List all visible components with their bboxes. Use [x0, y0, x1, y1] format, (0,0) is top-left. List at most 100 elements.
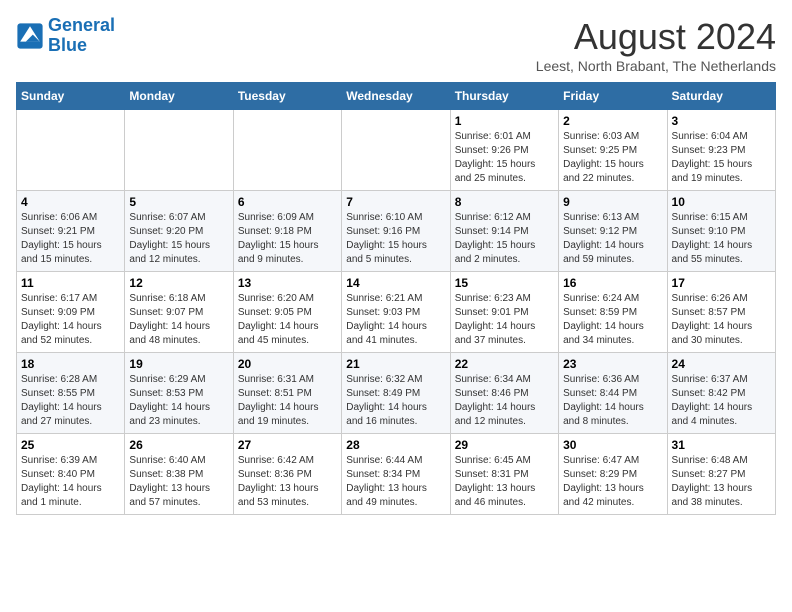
calendar-cell: 31Sunrise: 6:48 AM Sunset: 8:27 PM Dayli…	[667, 434, 775, 515]
day-info: Sunrise: 6:45 AM Sunset: 8:31 PM Dayligh…	[455, 454, 554, 510]
calendar-cell: 16 Sunrise: 6:24 AM Sunset: 8:59 PM Dayli…	[559, 272, 667, 353]
header-day-tuesday: Tuesday	[233, 83, 341, 110]
week-row-5: 25Sunrise: 6:39 AM Sunset: 8:40 PM Dayli…	[17, 434, 776, 515]
day-info: Sunrise: 6:32 AM Sunset: 8:49 PM Dayligh…	[346, 373, 445, 429]
calendar-cell: 11 Sunrise: 6:17 AM Sunset: 9:09 PM Dayli…	[17, 272, 125, 353]
day-info: Sunrise: 6:06 AM Sunset: 9:21 PM Dayligh…	[21, 211, 120, 267]
calendar-cell: 15 Sunrise: 6:23 AM Sunset: 9:01 PM Dayli…	[450, 272, 558, 353]
day-number: 5	[129, 195, 228, 209]
day-number: 13	[238, 276, 337, 290]
day-info: Sunrise: 6:44 AM Sunset: 8:34 PM Dayligh…	[346, 454, 445, 510]
calendar-header: SundayMondayTuesdayWednesdayThursdayFrid…	[17, 83, 776, 110]
day-info: Sunrise: 6:20 AM Sunset: 9:05 PM Dayligh…	[238, 292, 337, 348]
page-header: General Blue August 2024 Leest, North Br…	[16, 16, 776, 74]
day-info: Sunrise: 6:12 AM Sunset: 9:14 PM Dayligh…	[455, 211, 554, 267]
logo-text: General Blue	[48, 16, 115, 56]
day-info: Sunrise: 6:23 AM Sunset: 9:01 PM Dayligh…	[455, 292, 554, 348]
day-number: 23	[563, 357, 662, 371]
day-number: 1	[455, 114, 554, 128]
day-info: Sunrise: 6:17 AM Sunset: 9:09 PM Dayligh…	[21, 292, 120, 348]
day-info: Sunrise: 6:37 AM Sunset: 8:42 PM Dayligh…	[672, 373, 771, 429]
calendar-cell: 8 Sunrise: 6:12 AM Sunset: 9:14 PM Daylig…	[450, 191, 558, 272]
day-info: Sunrise: 6:28 AM Sunset: 8:55 PM Dayligh…	[21, 373, 120, 429]
day-number: 24	[672, 357, 771, 371]
header-day-wednesday: Wednesday	[342, 83, 450, 110]
day-info: Sunrise: 6:40 AM Sunset: 8:38 PM Dayligh…	[129, 454, 228, 510]
header-day-thursday: Thursday	[450, 83, 558, 110]
day-info: Sunrise: 6:31 AM Sunset: 8:51 PM Dayligh…	[238, 373, 337, 429]
calendar-cell: 22Sunrise: 6:34 AM Sunset: 8:46 PM Dayli…	[450, 353, 558, 434]
calendar-cell: 30Sunrise: 6:47 AM Sunset: 8:29 PM Dayli…	[559, 434, 667, 515]
day-number: 26	[129, 438, 228, 452]
calendar-cell: 21 Sunrise: 6:32 AM Sunset: 8:49 PM Dayli…	[342, 353, 450, 434]
calendar-cell: 14 Sunrise: 6:21 AM Sunset: 9:03 PM Dayli…	[342, 272, 450, 353]
calendar-cell	[233, 110, 341, 191]
day-info: Sunrise: 6:10 AM Sunset: 9:16 PM Dayligh…	[346, 211, 445, 267]
day-info: Sunrise: 6:24 AM Sunset: 8:59 PM Dayligh…	[563, 292, 662, 348]
day-number: 7	[346, 195, 445, 209]
day-info: Sunrise: 6:15 AM Sunset: 9:10 PM Dayligh…	[672, 211, 771, 267]
day-number: 20	[238, 357, 337, 371]
calendar-cell: 19Sunrise: 6:29 AM Sunset: 8:53 PM Dayli…	[125, 353, 233, 434]
day-number: 4	[21, 195, 120, 209]
week-row-4: 18 Sunrise: 6:28 AM Sunset: 8:55 PM Dayli…	[17, 353, 776, 434]
day-number: 21	[346, 357, 445, 371]
day-info: Sunrise: 6:18 AM Sunset: 9:07 PM Dayligh…	[129, 292, 228, 348]
day-number: 19	[129, 357, 228, 371]
calendar-cell: 13 Sunrise: 6:20 AM Sunset: 9:05 PM Dayli…	[233, 272, 341, 353]
calendar-cell: 6 Sunrise: 6:09 AM Sunset: 9:18 PM Daylig…	[233, 191, 341, 272]
day-number: 29	[455, 438, 554, 452]
calendar-cell: 18 Sunrise: 6:28 AM Sunset: 8:55 PM Dayli…	[17, 353, 125, 434]
header-day-saturday: Saturday	[667, 83, 775, 110]
calendar-cell	[125, 110, 233, 191]
calendar-cell: 5 Sunrise: 6:07 AM Sunset: 9:20 PM Daylig…	[125, 191, 233, 272]
calendar-cell: 23 Sunrise: 6:36 AM Sunset: 8:44 PM Dayli…	[559, 353, 667, 434]
day-info: Sunrise: 6:42 AM Sunset: 8:36 PM Dayligh…	[238, 454, 337, 510]
day-number: 2	[563, 114, 662, 128]
logo-blue: Blue	[48, 35, 87, 55]
day-number: 10	[672, 195, 771, 209]
week-row-1: 1Sunrise: 6:01 AM Sunset: 9:26 PM Daylig…	[17, 110, 776, 191]
day-number: 16	[563, 276, 662, 290]
day-info: Sunrise: 6:03 AM Sunset: 9:25 PM Dayligh…	[563, 130, 662, 186]
logo: General Blue	[16, 16, 115, 56]
calendar-cell: 12 Sunrise: 6:18 AM Sunset: 9:07 PM Dayli…	[125, 272, 233, 353]
day-number: 11	[21, 276, 120, 290]
calendar-cell: 3Sunrise: 6:04 AM Sunset: 9:23 PM Daylig…	[667, 110, 775, 191]
day-info: Sunrise: 6:26 AM Sunset: 8:57 PM Dayligh…	[672, 292, 771, 348]
day-number: 14	[346, 276, 445, 290]
week-row-2: 4 Sunrise: 6:06 AM Sunset: 9:21 PM Daylig…	[17, 191, 776, 272]
day-number: 15	[455, 276, 554, 290]
day-info: Sunrise: 6:07 AM Sunset: 9:20 PM Dayligh…	[129, 211, 228, 267]
day-number: 9	[563, 195, 662, 209]
day-number: 28	[346, 438, 445, 452]
day-info: Sunrise: 6:04 AM Sunset: 9:23 PM Dayligh…	[672, 130, 771, 186]
week-row-3: 11 Sunrise: 6:17 AM Sunset: 9:09 PM Dayli…	[17, 272, 776, 353]
calendar-cell: 27 Sunrise: 6:42 AM Sunset: 8:36 PM Dayli…	[233, 434, 341, 515]
calendar-cell: 4 Sunrise: 6:06 AM Sunset: 9:21 PM Daylig…	[17, 191, 125, 272]
calendar-cell: 9Sunrise: 6:13 AM Sunset: 9:12 PM Daylig…	[559, 191, 667, 272]
day-number: 17	[672, 276, 771, 290]
header-day-sunday: Sunday	[17, 83, 125, 110]
day-number: 8	[455, 195, 554, 209]
day-number: 27	[238, 438, 337, 452]
day-info: Sunrise: 6:34 AM Sunset: 8:46 PM Dayligh…	[455, 373, 554, 429]
header-row: SundayMondayTuesdayWednesdayThursdayFrid…	[17, 83, 776, 110]
day-number: 18	[21, 357, 120, 371]
logo-icon	[16, 22, 44, 50]
calendar-cell: 1Sunrise: 6:01 AM Sunset: 9:26 PM Daylig…	[450, 110, 558, 191]
calendar-table: SundayMondayTuesdayWednesdayThursdayFrid…	[16, 82, 776, 515]
day-info: Sunrise: 6:48 AM Sunset: 8:27 PM Dayligh…	[672, 454, 771, 510]
calendar-cell: 17 Sunrise: 6:26 AM Sunset: 8:57 PM Dayli…	[667, 272, 775, 353]
day-info: Sunrise: 6:21 AM Sunset: 9:03 PM Dayligh…	[346, 292, 445, 348]
day-number: 6	[238, 195, 337, 209]
day-number: 12	[129, 276, 228, 290]
calendar-cell: 28 Sunrise: 6:44 AM Sunset: 8:34 PM Dayli…	[342, 434, 450, 515]
logo-general: General	[48, 15, 115, 35]
day-info: Sunrise: 6:09 AM Sunset: 9:18 PM Dayligh…	[238, 211, 337, 267]
day-info: Sunrise: 6:36 AM Sunset: 8:44 PM Dayligh…	[563, 373, 662, 429]
day-number: 25	[21, 438, 120, 452]
calendar-cell: 7 Sunrise: 6:10 AM Sunset: 9:16 PM Daylig…	[342, 191, 450, 272]
calendar-cell: 25Sunrise: 6:39 AM Sunset: 8:40 PM Dayli…	[17, 434, 125, 515]
header-day-friday: Friday	[559, 83, 667, 110]
